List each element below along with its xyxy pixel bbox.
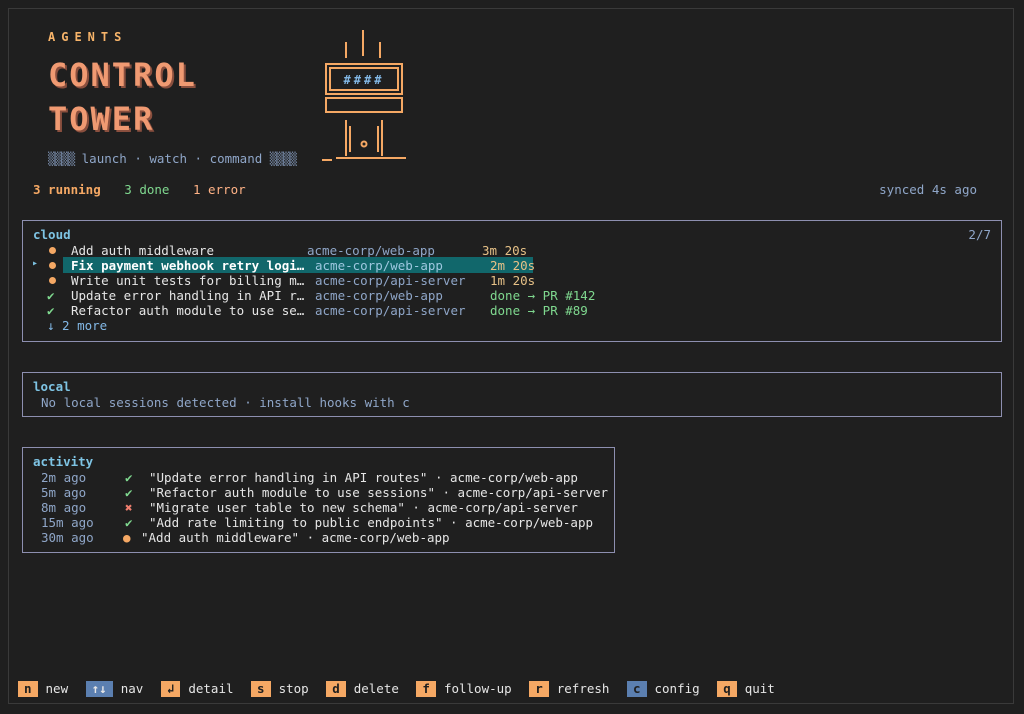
local-panel: local No local sessions detected · insta… bbox=[22, 372, 1002, 417]
tagline-text: launch · watch · command bbox=[81, 151, 263, 166]
tagline: ▒▒▒▒ launch · watch · command ▒▒▒▒ bbox=[48, 151, 297, 166]
more-sessions-label: ↓ 2 more bbox=[47, 318, 108, 333]
check-icon: ✔ bbox=[47, 288, 55, 303]
session-repo: acme-corp/api-server bbox=[315, 273, 466, 288]
activity-time: 2m ago bbox=[41, 470, 87, 485]
logo-word-control: CONTROL bbox=[48, 56, 197, 94]
key-stop[interactable]: s bbox=[251, 681, 271, 697]
terminal-frame bbox=[8, 8, 1014, 704]
local-empty-message: No local sessions detected · install hoo… bbox=[41, 395, 410, 410]
activity-text: "Migrate user table to new schema" · acm… bbox=[149, 500, 578, 515]
key-nav-label: nav bbox=[120, 681, 144, 696]
activity-time: 8m ago bbox=[41, 500, 87, 515]
activity-item: 30m ago ● "Add auth middleware" · acme-c… bbox=[41, 530, 611, 545]
session-elapsed: 2m 20s bbox=[490, 258, 536, 273]
key-stop-label: stop bbox=[278, 681, 309, 696]
tower-display-text: #### bbox=[344, 73, 385, 87]
key-new[interactable]: n bbox=[18, 681, 38, 697]
synced-status: synced 4s ago bbox=[879, 182, 977, 197]
tagline-hatch-left: ▒▒▒▒ bbox=[48, 151, 75, 166]
activity-time: 15m ago bbox=[41, 515, 94, 530]
check-icon: ✔ bbox=[125, 485, 133, 500]
activity-text: "Add rate limiting to public endpoints" … bbox=[149, 515, 594, 530]
key-delete-label: delete bbox=[353, 681, 399, 696]
check-icon: ✔ bbox=[125, 470, 133, 485]
session-title: Update error handling in API r… bbox=[71, 288, 305, 303]
activity-item: 5m ago ✔ "Refactor auth module to use se… bbox=[41, 485, 611, 500]
key-nav[interactable]: ↑↓ bbox=[85, 681, 113, 697]
session-elapsed: 3m 20s bbox=[482, 243, 528, 258]
error-count: 1 error bbox=[192, 182, 246, 197]
activity-text: "Refactor auth module to use sessions" ·… bbox=[149, 485, 609, 500]
cloud-panel: cloud 2/7 Add auth middleware acme-corp/… bbox=[22, 220, 1002, 342]
agents-label: AGENTS bbox=[48, 30, 128, 44]
session-row[interactable]: ✔ Update error handling in API r… acme-c… bbox=[27, 288, 997, 303]
activity-item: 8m ago ✖ "Migrate user table to new sche… bbox=[41, 500, 611, 515]
activity-panel: activity 2m ago ✔ "Update error handling… bbox=[22, 447, 615, 553]
done-count: 3 done bbox=[124, 182, 170, 197]
cloud-panel-title: cloud bbox=[33, 227, 71, 242]
session-repo: acme-corp/web-app bbox=[315, 258, 443, 273]
running-count: 3 running bbox=[33, 182, 101, 197]
local-panel-title: local bbox=[33, 379, 71, 394]
activity-item: 2m ago ✔ "Update error handling in API r… bbox=[41, 470, 611, 485]
cursor-arrow-icon: ▸ bbox=[32, 258, 39, 269]
session-row-selected[interactable]: ▸ Fix payment webhook retry logi… acme-c… bbox=[27, 257, 997, 273]
session-result: done → PR #89 bbox=[490, 303, 588, 318]
session-repo: acme-corp/web-app bbox=[315, 288, 443, 303]
key-quit-label: quit bbox=[744, 681, 775, 696]
session-title: Write unit tests for billing m… bbox=[71, 273, 305, 288]
session-title: Refactor auth module to use se… bbox=[71, 303, 305, 318]
check-icon: ✔ bbox=[125, 515, 133, 530]
key-detail-label: detail bbox=[188, 681, 234, 696]
running-dot-icon bbox=[49, 277, 56, 284]
running-dot-icon: ● bbox=[123, 530, 131, 545]
activity-item: 15m ago ✔ "Add rate limiting to public e… bbox=[41, 515, 611, 530]
session-row[interactable]: Add auth middleware acme-corp/web-app 3m… bbox=[27, 243, 997, 258]
session-row[interactable]: ✔ Refactor auth module to use se… acme-c… bbox=[27, 303, 997, 318]
check-icon: ✔ bbox=[47, 303, 55, 318]
key-refresh-label: refresh bbox=[556, 681, 610, 696]
cloud-session-counter: 2/7 bbox=[968, 227, 991, 242]
error-x-icon: ✖ bbox=[125, 500, 133, 515]
session-title: Add auth middleware bbox=[71, 243, 214, 258]
key-new-label: new bbox=[45, 681, 69, 696]
activity-time: 30m ago bbox=[41, 530, 94, 545]
activity-text: "Add auth middleware" · acme-corp/web-ap… bbox=[141, 530, 450, 545]
key-refresh[interactable]: r bbox=[529, 681, 549, 697]
tagline-hatch-right: ▒▒▒▒ bbox=[269, 151, 297, 166]
key-config[interactable]: c bbox=[626, 681, 647, 697]
key-delete[interactable]: d bbox=[326, 681, 346, 697]
more-sessions-indicator[interactable]: ↓ 2 more bbox=[27, 318, 227, 333]
logo-word-tower: TOWER bbox=[48, 100, 155, 138]
activity-time: 5m ago bbox=[41, 485, 87, 500]
key-follow-up[interactable]: f bbox=[416, 681, 436, 697]
running-dot-icon bbox=[49, 262, 56, 269]
session-result: done → PR #142 bbox=[490, 288, 596, 303]
key-detail[interactable]: ↲ bbox=[160, 681, 181, 697]
session-repo: acme-corp/api-server bbox=[315, 303, 466, 318]
session-elapsed: 1m 20s bbox=[490, 273, 536, 288]
key-config-label: config bbox=[654, 681, 700, 696]
activity-panel-title: activity bbox=[33, 454, 94, 469]
activity-text: "Update error handling in API routes" · … bbox=[149, 470, 578, 485]
keybinding-bar: n new ↑↓ nav ↲ detail s stop d delete f follow… bbox=[18, 681, 785, 697]
running-dot-icon bbox=[49, 247, 56, 254]
key-follow-up-label: follow-up bbox=[443, 681, 512, 696]
session-row[interactable]: Write unit tests for billing m… acme-cor… bbox=[27, 273, 997, 288]
session-title: Fix payment webhook retry logi… bbox=[71, 258, 305, 273]
key-quit[interactable]: q bbox=[717, 681, 737, 697]
session-repo: acme-corp/web-app bbox=[307, 243, 435, 258]
control-tower-icon: #### bbox=[322, 30, 406, 161]
status-row: 3 running 3 done 1 error synced 4s ago bbox=[33, 182, 993, 197]
